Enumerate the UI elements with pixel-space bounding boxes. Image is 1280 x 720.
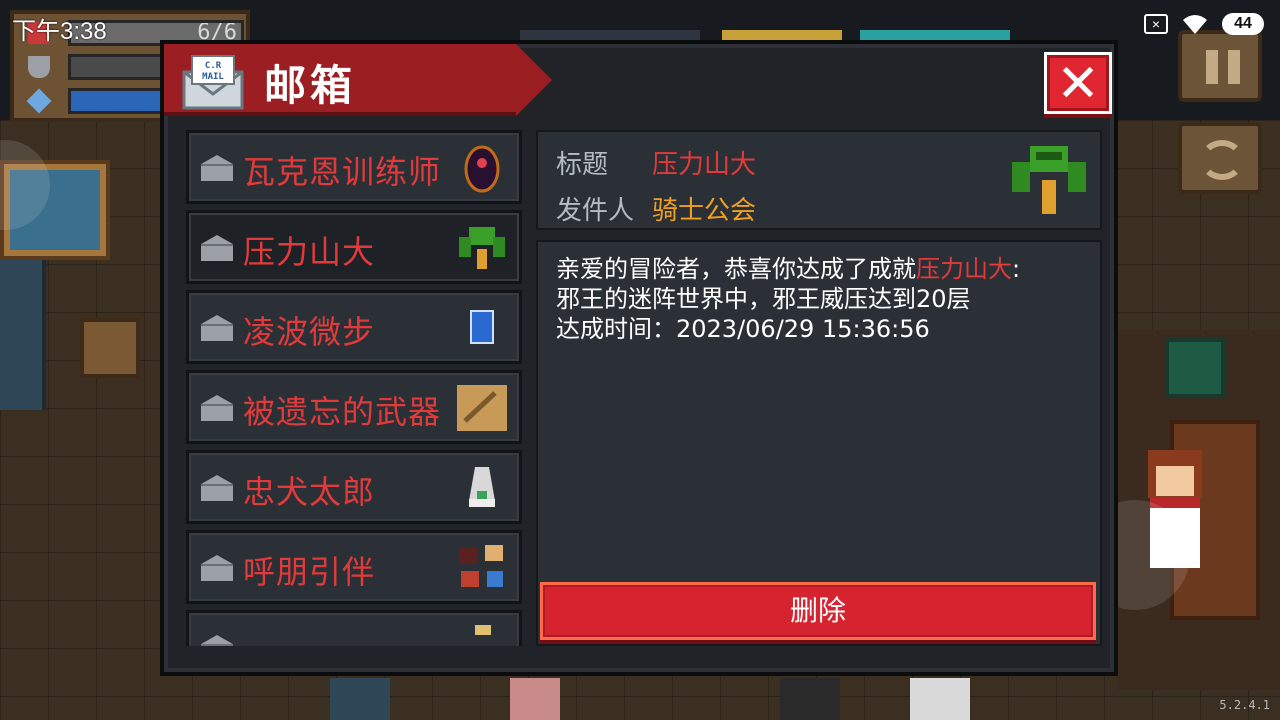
envelope-icon — [201, 315, 233, 341]
mail-item-title: 瓦克恩训练师 — [243, 153, 442, 191]
close-icon: ✕ — [1056, 54, 1100, 114]
status-icons: × 44 — [1144, 12, 1264, 36]
svg-text:C.R: C.R — [205, 61, 222, 71]
mail-item[interactable]: 被遗忘的武器 — [186, 370, 522, 444]
mail-sender-row: 发件人 骑士公会 — [556, 190, 756, 227]
treasure-chest — [80, 318, 140, 378]
version-label: 5.2.4.1 — [1219, 698, 1270, 712]
envelope-icon — [201, 235, 233, 261]
battery-indicator: 44 — [1222, 13, 1264, 35]
shield-icon — [28, 56, 50, 78]
mail-body-line: 邪王的迷阵世界中，邪王威压达到20层 — [556, 285, 971, 313]
mailbox-title: 邮箱 — [264, 61, 357, 110]
status-bar: 下午3:38 × 44 — [0, 0, 1280, 50]
parchment-weapon-icon — [457, 385, 507, 431]
achievement-name: 压力山大 — [916, 255, 1012, 283]
energy-diamond-icon — [26, 88, 52, 114]
sim-off-icon: × — [1144, 14, 1168, 34]
cabinet — [0, 260, 46, 410]
mail-list[interactable]: 瓦克恩训练师 压力山大 凌波微步 被遗忘的武器 忠犬太郎 呼朋引伴 — [182, 130, 522, 646]
mail-item[interactable]: 瓦克恩训练师 — [186, 130, 522, 204]
close-button[interactable]: ✕ — [1044, 52, 1112, 114]
swap-weapon-button[interactable] — [1178, 122, 1262, 194]
wifi-icon — [1183, 15, 1207, 34]
swap-icon — [1200, 140, 1244, 180]
envelope-icon — [201, 475, 233, 501]
mail-icon: C.R MAIL — [182, 55, 244, 110]
delete-button[interactable]: 删除 — [540, 582, 1096, 640]
clock: 下午3:38 — [12, 18, 107, 45]
svg-text:MAIL: MAIL — [202, 72, 224, 82]
sender-label: 发件人 — [556, 196, 635, 226]
mail-body-line: 达成时间：2023/06/29 15:36:56 — [556, 315, 930, 343]
mail-detail-header: 标题 压力山大 发件人 骑士公会 — [536, 130, 1102, 230]
green-demon-icon — [459, 227, 505, 269]
mail-item-title: 被遗忘的武器 — [243, 393, 442, 431]
mail-item[interactable] — [186, 610, 522, 646]
envelope-icon — [201, 155, 233, 181]
envelope-icon — [201, 555, 233, 581]
dog-statue-icon — [469, 467, 495, 507]
sender-value: 骑士公会 — [652, 196, 757, 226]
mail-item-title: 压力山大 — [243, 233, 376, 271]
title-label: 标题 — [556, 150, 609, 180]
mailbox-dialog: C.R MAIL 邮箱 ✕ 瓦克恩训练师 压力山大 凌波微步 被遗忘的武器 忠犬… — [160, 40, 1118, 676]
title-ribbon: C.R MAIL 邮箱 — [164, 44, 552, 116]
mail-item[interactable]: 凌波微步 — [186, 290, 522, 364]
blue-book-icon — [470, 310, 494, 344]
mail-item[interactable]: 呼朋引伴 — [186, 530, 522, 604]
mail-item-title: 忠犬太郎 — [243, 473, 376, 511]
bottom-characters — [210, 678, 1040, 720]
green-demon-icon — [1012, 146, 1086, 214]
companions-icon — [459, 545, 503, 587]
green-crate — [1165, 338, 1225, 398]
envelope-icon — [201, 395, 233, 421]
warlock-trainer-icon — [464, 145, 500, 193]
mail-body-line: 亲爱的冒险者，恭喜你达成了成就压力山大: — [556, 255, 1021, 283]
mail-title-row: 标题 压力山大 — [556, 144, 756, 181]
mail-item[interactable]: 忠犬太郎 — [186, 450, 522, 524]
envelope-icon — [201, 635, 233, 646]
mailbox-titlebar: C.R MAIL 邮箱 ✕ — [164, 44, 1118, 120]
pause-icon — [1206, 50, 1218, 84]
title-value: 压力山大 — [652, 150, 757, 180]
mail-item-title: 凌波微步 — [243, 313, 376, 351]
mail-item-title: 呼朋引伴 — [243, 553, 376, 591]
mail-item[interactable]: 压力山大 — [186, 210, 522, 284]
partial-item-icon — [475, 625, 491, 635]
mail-body-text: 亲爱的冒险者，恭喜你达成了成就压力山大: 邪王的迷阵世界中，邪王威压达到20层 … — [556, 254, 1086, 344]
